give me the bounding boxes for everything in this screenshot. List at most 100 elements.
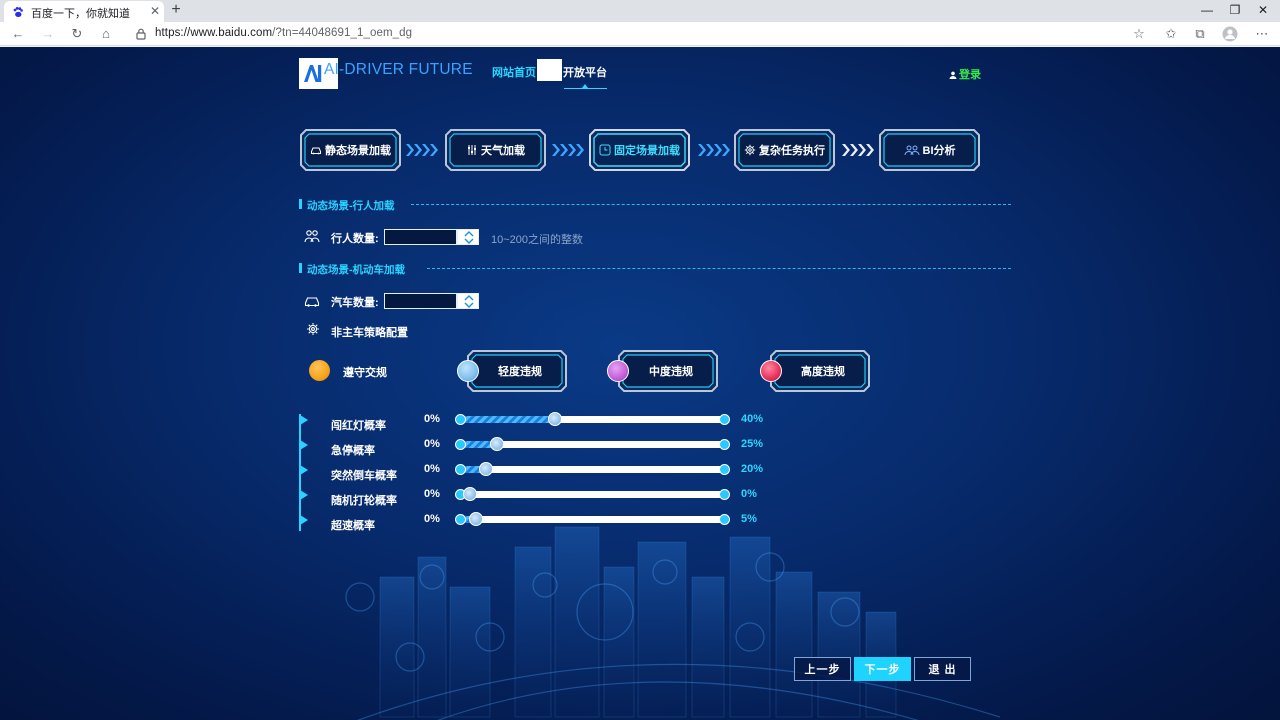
nav-home-link[interactable]: 网站首页 [492,64,536,80]
clock-icon [599,144,611,156]
app-page: AI-DRIVER FUTURE 网站首页 开放平台 登录 静态场景加载 天气加… [0,47,1280,720]
prev-step-button[interactable]: 上一步 [794,657,851,681]
slider-end-knob [719,489,730,500]
slider-thumb[interactable] [548,412,562,426]
user-icon [949,71,957,79]
step-weather[interactable]: 天气加载 [445,129,546,171]
slider-end-knob [719,464,730,475]
slider-value: 40% [741,413,764,425]
non-ego-strategy-label: 非主车策略配置 [331,327,408,339]
forward-icon[interactable]: → [38,24,58,44]
back-icon[interactable]: ← [8,24,28,44]
heavy-violation-button[interactable]: 高度违规 [770,350,870,392]
light-violation-label: 轻度违规 [498,366,542,378]
tab-close-icon[interactable]: ✕ [150,4,160,18]
gear-icon [307,323,319,335]
stepper-up-icon[interactable] [462,230,476,237]
car-icon [304,297,320,307]
medium-violation-radio[interactable] [607,360,629,382]
collections-icon[interactable]: ⧉ [1190,24,1210,44]
step-label: 天气加载 [481,145,525,157]
nav-active-underline [564,88,607,89]
stepper-up-icon[interactable] [462,294,476,301]
login-label: 登录 [959,69,981,81]
restore-button[interactable]: ❐ [1221,0,1249,20]
slider-end-knob [719,439,730,450]
slider-start-knob [455,439,466,450]
slider-marker [300,415,308,425]
baidu-paw-icon [13,7,23,17]
medium-violation-button[interactable]: 中度违规 [618,350,718,392]
lock-icon[interactable] [134,27,148,41]
pedestrian-count-input[interactable] [384,229,457,245]
slider-value: 20% [741,463,764,475]
light-violation-radio[interactable] [457,360,479,382]
slider-thumb[interactable] [479,462,493,476]
random-steer-probability-slider[interactable] [455,487,730,501]
step-fixed-scene[interactable]: 固定场景加载 [589,129,690,171]
step-complex-task[interactable]: 复杂任务执行 [734,129,835,171]
sudden-stop-probability-slider[interactable] [455,437,730,451]
window-close-button[interactable]: ✕ [1249,0,1277,20]
login-link[interactable]: 登录 [949,66,981,82]
address-bar[interactable]: https://www.baidu.com/?tn=44048691_1_oem… [155,27,412,39]
slider-marker [300,490,308,500]
new-tab-button[interactable]: + [168,1,184,19]
exit-button[interactable]: 退 出 [914,657,971,681]
section-marker [299,199,302,209]
car-count-stepper[interactable] [457,293,479,309]
stepper-down-icon[interactable] [462,302,476,309]
slider-min: 0% [424,438,440,450]
pedestrian-count-stepper[interactable] [457,229,479,245]
car-icon [311,147,321,155]
slider-end-knob [719,514,730,525]
slider-fill [459,416,555,423]
url-path: /?tn=44048691_1_oem_dg [272,27,413,39]
slider-end-knob [719,414,730,425]
stepper-down-icon[interactable] [462,238,476,245]
slider-value: 25% [741,438,764,450]
slider-min: 0% [424,463,440,475]
more-menu-icon[interactable]: ⋯ [1252,24,1272,44]
slider-thumb[interactable] [469,512,483,526]
sudden-reverse-probability-slider[interactable] [455,462,730,476]
car-count-input[interactable] [384,293,457,309]
slider-thumb[interactable] [463,487,477,501]
speeding-probability-slider[interactable] [455,512,730,526]
reload-icon[interactable]: ↻ [67,24,87,44]
slider-thumb[interactable] [490,437,504,451]
obey-rules-radio[interactable] [309,360,330,381]
slider-start-knob [455,514,466,525]
step-bi-analysis[interactable]: BI分析 [879,129,980,171]
slider-value: 5% [741,513,757,525]
slider-label: 随机打轮概率 [331,495,397,507]
profile-icon[interactable] [1220,24,1240,44]
slider-label: 闯红灯概率 [331,420,386,432]
browser-tab[interactable]: 百度一下，你就知道 ✕ [4,1,164,22]
nav-open-platform-link[interactable]: 开放平台 [563,64,607,80]
nav-hidden-block [537,59,562,81]
home-icon[interactable]: ⌂ [96,24,116,44]
pedestrian-icon [304,230,320,243]
favorite-star-icon[interactable]: ☆ [1129,24,1149,44]
light-violation-button[interactable]: 轻度违规 [467,350,567,392]
slider-label: 急停概率 [331,445,375,457]
gear-icon [744,144,756,156]
step-arrow-icon [406,144,438,156]
heavy-violation-radio[interactable] [760,360,782,382]
city-background-illustration [345,526,1000,720]
slider-value: 0% [741,488,757,500]
next-step-button[interactable]: 下一步 [854,657,911,681]
slider-start-knob [455,414,466,425]
slider-label: 突然倒车概率 [331,470,397,482]
browser-toolbar: ← → ↻ ⌂ https://www.baidu.com/?tn=440486… [0,22,1280,46]
step-static-scene[interactable]: 静态场景加载 [300,129,401,171]
pedestrian-count-hint: 10~200之间的整数 [491,234,584,246]
section-title-vehicle: 动态场景-机动车加载 [307,264,405,276]
favorites-icon[interactable]: ✩ [1161,24,1181,44]
section-divider [411,204,1011,205]
car-count-label: 汽车数量: [331,297,379,309]
red-light-probability-slider[interactable] [455,412,730,426]
step-arrow-icon [552,144,584,156]
minimize-button[interactable]: — [1193,0,1221,20]
